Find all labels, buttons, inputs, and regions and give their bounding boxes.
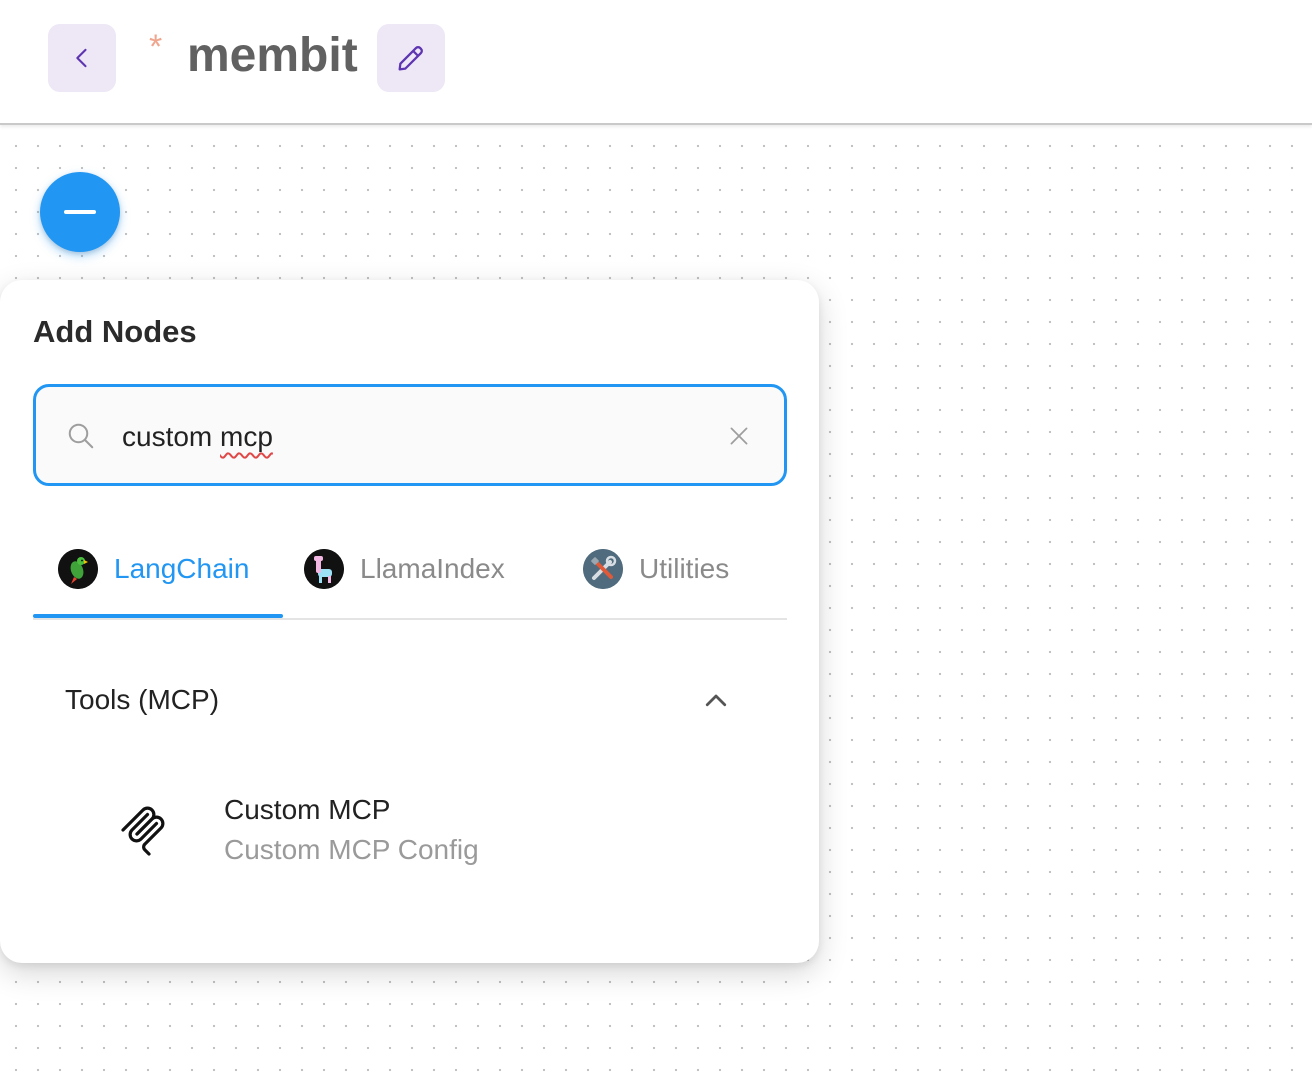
tab-label-langchain: LangChain: [114, 553, 250, 584]
edit-flow-name-button[interactable]: [377, 24, 445, 92]
search-field[interactable]: custom mcp: [33, 384, 787, 486]
tab-label-utilities: Utilities: [639, 553, 730, 584]
unsaved-indicator: *: [149, 28, 163, 66]
search-icon: [68, 423, 94, 449]
toggle-add-nodes-button[interactable]: [40, 172, 120, 252]
panel-title: Add Nodes: [33, 314, 197, 349]
node-description: Custom MCP Config: [224, 834, 479, 865]
tab-langchain[interactable]: LangChain: [58, 520, 249, 618]
node-title: Custom MCP: [224, 794, 391, 825]
flow-title: membit: [187, 29, 358, 82]
pencil-icon: [398, 46, 423, 71]
back-button[interactable]: [48, 24, 116, 92]
search-input[interactable]: custom mcp: [122, 419, 273, 455]
tools-icon: [583, 549, 623, 589]
active-tab-indicator: [33, 614, 283, 618]
tab-utilities[interactable]: Utilities: [583, 520, 729, 618]
section-title: Tools (MCP): [65, 684, 220, 715]
llama-icon: [304, 549, 344, 589]
tab-label-llamaindex: LlamaIndex: [360, 553, 505, 584]
chevron-up-icon[interactable]: [701, 686, 731, 716]
minus-icon: [64, 210, 96, 214]
section-tools-mcp[interactable]: Tools (MCP): [33, 660, 787, 740]
canvas-header: * membit: [0, 0, 1312, 125]
tab-llamaindex[interactable]: LlamaIndex: [304, 520, 505, 618]
node-item-custom-mcp[interactable]: Custom MCP Custom MCP Config: [33, 770, 787, 890]
mcp-icon: [121, 806, 165, 856]
chevron-left-icon: [76, 48, 87, 68]
category-tabs: LangChain LlamaIndex Utilities: [33, 520, 787, 620]
search-value-plain: custom: [122, 421, 221, 452]
clear-search-icon[interactable]: [726, 423, 752, 449]
parrot-icon: [58, 549, 98, 589]
search-value-misspelled: mcp: [220, 421, 273, 452]
